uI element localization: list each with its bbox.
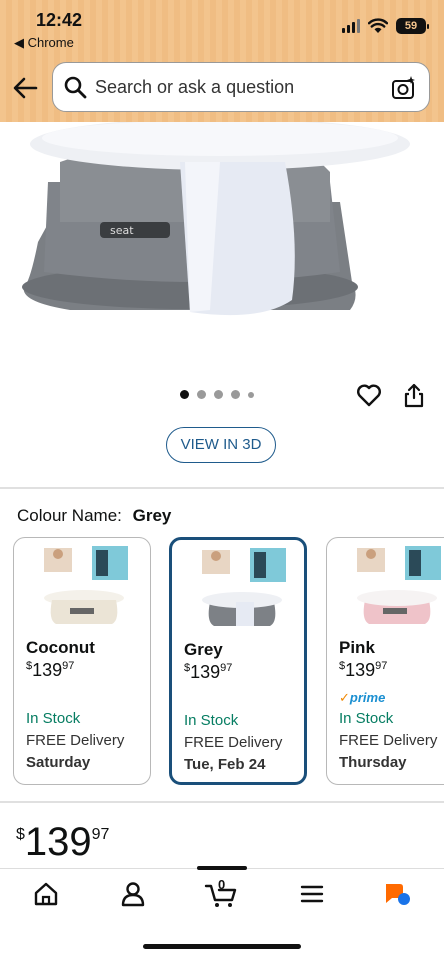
assistant-icon[interactable] bbox=[383, 880, 411, 908]
product-price: $13997 bbox=[16, 820, 110, 864]
search-icon bbox=[64, 76, 87, 99]
share-icon[interactable] bbox=[402, 382, 426, 408]
divider bbox=[0, 801, 444, 803]
status-time: 12:42 bbox=[36, 10, 83, 30]
variant-delivery-day: Thursday bbox=[339, 754, 407, 771]
variant-delivery-day: Tue, Feb 24 bbox=[184, 756, 266, 773]
view-in-3d-button[interactable]: VIEW IN 3D bbox=[166, 427, 276, 463]
carousel-dot[interactable] bbox=[214, 390, 223, 399]
account-icon[interactable] bbox=[119, 880, 147, 908]
carousel-dot[interactable] bbox=[248, 391, 254, 398]
heart-icon[interactable] bbox=[356, 382, 382, 408]
variant-price: $13997 bbox=[26, 660, 75, 680]
app-header: 12:42 ◀ Chrome 59 Search or ask a questi… bbox=[0, 0, 444, 122]
variant-thumbnail bbox=[202, 548, 286, 626]
variant-delivery: FREE Delivery bbox=[26, 732, 125, 749]
variant-delivery: FREE Delivery bbox=[184, 734, 283, 751]
signal-icon bbox=[342, 19, 360, 33]
wifi-icon bbox=[368, 18, 388, 33]
active-tab-indicator bbox=[197, 866, 247, 870]
back-arrow-icon[interactable] bbox=[12, 75, 38, 101]
variant-price: $13997 bbox=[339, 660, 388, 680]
search-bar[interactable]: Search or ask a question bbox=[52, 62, 430, 112]
colour-name-row: Colour Name: Grey bbox=[17, 506, 171, 526]
variant-name: Coconut bbox=[26, 638, 95, 657]
menu-icon[interactable] bbox=[298, 880, 326, 908]
variant-card-grey[interactable]: Grey $13997 In Stock FREE Delivery Tue, … bbox=[169, 537, 307, 785]
carousel-dot[interactable] bbox=[231, 390, 240, 399]
image-carousel-dots[interactable] bbox=[180, 390, 254, 399]
variant-price: $13997 bbox=[184, 662, 233, 682]
variant-stock: In Stock bbox=[26, 710, 81, 727]
variant-delivery-day: Saturday bbox=[26, 754, 91, 771]
carousel-dot[interactable] bbox=[197, 390, 206, 399]
variant-name: Pink bbox=[339, 638, 375, 657]
back-to-app-link[interactable]: ◀ Chrome bbox=[14, 35, 74, 51]
carousel-dot[interactable] bbox=[180, 390, 189, 399]
product-image[interactable]: seat bbox=[0, 122, 444, 372]
variant-stock: In Stock bbox=[184, 712, 239, 729]
variant-stock: In Stock bbox=[339, 710, 394, 727]
divider bbox=[0, 487, 444, 489]
camera-search-icon[interactable] bbox=[391, 75, 417, 101]
colour-selected: Grey bbox=[132, 506, 172, 525]
variant-thumbnail bbox=[44, 546, 128, 624]
colour-label: Colour Name: bbox=[17, 506, 122, 525]
variant-name: Grey bbox=[184, 640, 223, 659]
prime-badge: ✓prime bbox=[339, 690, 386, 705]
variant-card-pink[interactable]: Pink $13997 ✓prime In Stock FREE Deliver… bbox=[326, 537, 444, 785]
variant-card-coconut[interactable]: Coconut $13997 In Stock FREE Delivery Sa… bbox=[13, 537, 151, 785]
home-indicator bbox=[143, 944, 301, 949]
battery-icon: 59 bbox=[396, 18, 429, 34]
home-icon[interactable] bbox=[32, 880, 60, 908]
search-placeholder: Search or ask a question bbox=[95, 76, 295, 97]
cart-count-badge: 0 bbox=[218, 877, 226, 892]
status-icons: 59 bbox=[342, 18, 429, 34]
variant-thumbnail bbox=[357, 546, 441, 624]
svg-text:seat: seat bbox=[110, 224, 134, 237]
variant-delivery: FREE Delivery bbox=[339, 732, 438, 749]
baby-seat-image: seat bbox=[22, 122, 410, 316]
